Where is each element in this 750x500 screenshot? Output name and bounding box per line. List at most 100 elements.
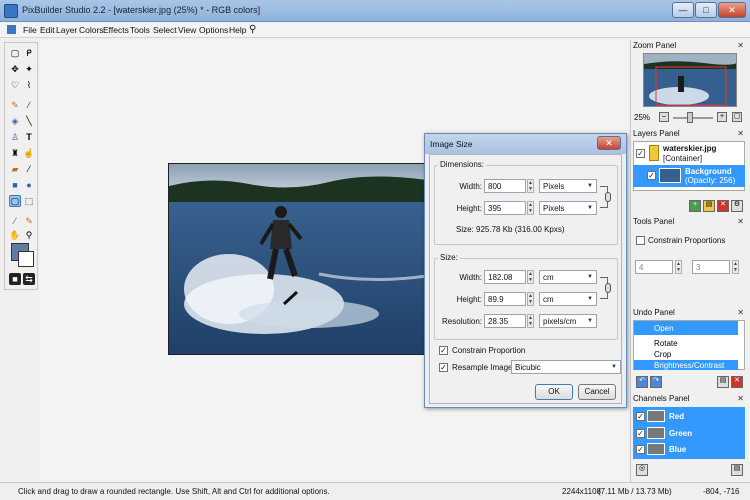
height-unit-select[interactable]: Pixels ▼ [539,201,597,215]
doc-width-input[interactable]: 182.08 [484,270,526,284]
line-icon[interactable]: ╲ [23,115,35,127]
color-pencil-icon[interactable]: ✎ [23,215,35,227]
rectangle-shape-icon[interactable]: ■ [9,179,21,191]
maximize-button[interactable]: □ [695,2,717,18]
close-button[interactable]: ✕ [718,2,746,18]
polygon-lasso-icon[interactable]: ⌇ [23,79,35,91]
ratio-width-input[interactable]: 4 [635,260,673,274]
zoom-out-button[interactable]: – [659,112,669,122]
text-icon[interactable]: T [23,131,35,143]
pencil-icon[interactable]: ✎ [9,99,21,111]
channel-red-checkbox[interactable]: ✓ [636,412,645,421]
ratio-width-spinner[interactable]: ▲ ▼ [675,260,682,274]
reset-colors-icon[interactable]: ■ [9,273,21,285]
stamp-icon[interactable]: ♜ [9,147,21,159]
delete-layer-icon[interactable]: ✕ [717,200,729,212]
brush-icon[interactable]: ⁄ [23,99,35,111]
menu-tools[interactable]: Tools [130,25,150,35]
ellipse-shape-icon[interactable]: ● [23,179,35,191]
custom-shape-icon[interactable]: ⬚ [23,195,35,207]
layer-visibility-checkbox[interactable]: ✓ [636,149,645,158]
close-icon[interactable]: ✕ [737,308,744,317]
zoom-in-button[interactable]: + [717,112,727,122]
resample-method-select[interactable]: Bicubic ▼ [511,360,621,374]
channel-green[interactable]: Green [669,429,692,438]
move-icon[interactable]: ✥ [9,63,21,75]
ratio-height-spinner[interactable]: ▲ ▼ [732,260,739,274]
lasso-icon[interactable]: ᑭ [23,47,35,59]
resolution-spinner[interactable]: ▲ ▼ [527,314,534,328]
zoom-fit-button[interactable]: ▢ [732,112,742,122]
layer-row-background[interactable]: ✓ Background (Opacity: 256) [633,165,745,187]
cancel-button[interactable]: Cancel [578,384,616,400]
channel-menu-icon[interactable]: ▤ [731,464,743,476]
channel-green-checkbox[interactable]: ✓ [636,429,645,438]
undo-icon[interactable]: ↶ [636,376,648,388]
constrain-proportion-checkbox[interactable]: ✓ [439,346,448,355]
new-folder-icon[interactable]: ▤ [703,200,715,212]
swap-colors-icon[interactable]: ⇆ [23,273,35,285]
channel-options-icon[interactable]: ◎ [636,464,648,476]
undo-item-crop[interactable]: Crop [654,350,671,359]
layer-visibility-checkbox[interactable]: ✓ [647,171,656,180]
undo-item-open[interactable]: Open [634,321,738,335]
close-icon[interactable]: ✕ [737,394,744,403]
tools-constrain-checkbox[interactable] [636,236,645,245]
menu-edit[interactable]: Edit [40,25,55,35]
height-input[interactable]: 395 [484,201,526,215]
menu-view[interactable]: View [178,25,196,35]
channel-red[interactable]: Red [669,412,684,421]
ratio-height-input[interactable]: 3 [692,260,730,274]
magic-wand-icon[interactable]: ✦ [23,63,35,75]
rect-select-icon[interactable]: ▢ [9,47,21,59]
bucket-icon[interactable]: ♙ [9,131,21,143]
menu-effects[interactable]: Effects [103,25,129,35]
resolution-unit-select[interactable]: pixels/cm ▼ [539,314,597,328]
eyedropper-icon[interactable]: ⁄ [9,215,21,227]
ok-button[interactable]: OK [535,384,573,400]
close-icon[interactable]: ✕ [737,41,744,50]
search-icon[interactable]: ⚲ [249,24,256,35]
menu-file[interactable]: File [23,25,37,35]
waterskier-image[interactable] [168,163,426,355]
channel-blue-checkbox[interactable]: ✓ [636,445,645,454]
width-input[interactable]: 800 [484,179,526,193]
doc-width-unit-select[interactable]: cm ▼ [539,270,597,284]
doc-height-unit-select[interactable]: cm ▼ [539,292,597,306]
delete-state-icon[interactable]: ✕ [731,376,743,388]
minimize-button[interactable]: — [672,2,694,18]
menu-colors[interactable]: Colors [79,25,104,35]
sharpen-icon[interactable]: ⁄ [23,163,35,175]
resolution-input[interactable]: 28.35 [484,314,526,328]
menu-select[interactable]: Select [153,25,177,35]
width-spinner[interactable]: ▲ ▼ [527,179,534,193]
rounded-rect-icon[interactable]: ▢ [9,195,21,207]
resample-checkbox[interactable]: ✓ [439,363,448,372]
doc-height-input[interactable]: 89.9 [484,292,526,306]
doc-height-spinner[interactable]: ▲ ▼ [527,292,534,306]
layer-properties-icon[interactable]: ⚙ [731,200,743,212]
hand-icon[interactable]: ✋ [9,229,21,241]
height-spinner[interactable]: ▲ ▼ [527,201,534,215]
doc-width-spinner[interactable]: ▲ ▼ [527,270,534,284]
zoom-preview[interactable] [643,53,737,107]
menu-help[interactable]: Help [229,25,246,35]
zoom-icon[interactable]: ⚲ [23,229,35,241]
undo-item-rotate[interactable]: Rotate [654,339,678,348]
zoom-slider[interactable] [673,117,713,119]
menu-options[interactable]: Options [199,25,228,35]
new-layer-icon[interactable]: + [689,200,701,212]
undo-item-brightness[interactable]: Brightness/Contrast [634,360,738,370]
heart-shape-icon[interactable]: ♡ [9,79,21,91]
background-color-swatch[interactable] [18,251,34,267]
menu-layer[interactable]: Layer [56,25,77,35]
close-icon[interactable]: ✕ [737,129,744,138]
channel-blue[interactable]: Blue [669,445,686,454]
smudge-icon[interactable]: ☝ [23,147,35,159]
redo-icon[interactable]: ↷ [650,376,662,388]
copy-state-icon[interactable]: ▤ [717,376,729,388]
fill-icon[interactable]: ◈ [9,115,21,127]
close-icon[interactable]: ✕ [737,217,744,226]
zoom-slider-thumb[interactable] [687,112,693,123]
width-unit-select[interactable]: Pixels ▼ [539,179,597,193]
